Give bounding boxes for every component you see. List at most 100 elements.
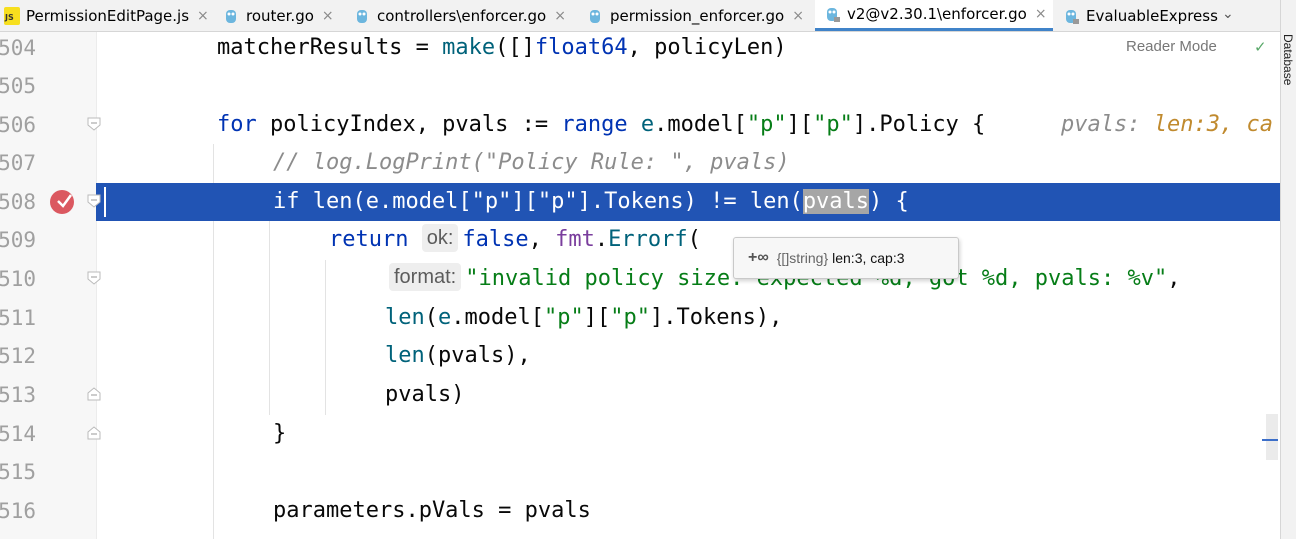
- database-tool-tab[interactable]: Database: [1281, 34, 1295, 85]
- fold-close-icon[interactable]: [87, 426, 101, 440]
- code-line-509[interactable]: return ok: false, fmt.Errorf(: [329, 221, 701, 259]
- code-token: return: [329, 227, 409, 252]
- line-number: 516: [0, 499, 36, 523]
- check-icon: ✓: [1254, 38, 1267, 56]
- code-token: ([]: [495, 35, 535, 60]
- code-line-507[interactable]: // log.LogPrint("Policy Rule: ", pvals): [273, 144, 790, 182]
- code-token: float64: [534, 35, 628, 60]
- code-token: ,: [1167, 266, 1181, 291]
- line-number: 510: [0, 267, 36, 291]
- fold-open-icon[interactable]: [87, 117, 101, 131]
- code-token: ][: [583, 305, 611, 330]
- close-icon[interactable]: ×: [322, 8, 334, 24]
- inline-debug-value: pvals: len:3, ca: [1061, 106, 1273, 144]
- tab-router-go[interactable]: router.go ×: [224, 0, 334, 31]
- close-icon[interactable]: ×: [197, 8, 209, 24]
- code-token: "p": [746, 112, 787, 137]
- editor-tab-bar: JS PermissionEditPage.js × router.go × c…: [0, 0, 1280, 32]
- checkmark-icon: [57, 194, 73, 208]
- code-token: e: [438, 305, 452, 330]
- code-token: (pvals),: [424, 343, 531, 368]
- tab-permissioneditpage-js[interactable]: JS PermissionEditPage.js ×: [0, 0, 209, 31]
- code-token: ) {: [869, 189, 909, 214]
- tab-permission-enforcer-go[interactable]: permission_enforcer.go ×: [588, 0, 804, 31]
- code-token: .: [594, 227, 609, 252]
- close-icon[interactable]: ×: [554, 8, 566, 24]
- tab-controllers-enforcer-go[interactable]: controllers\enforcer.go ×: [355, 0, 566, 31]
- code-token: range: [561, 112, 628, 137]
- code-token: (: [424, 305, 438, 330]
- indent-guide: [325, 260, 326, 415]
- code-token: "p": [543, 305, 584, 330]
- code-token: ].Tokens),: [649, 305, 783, 330]
- code-line-511[interactable]: len(e.model["p"]["p"].Tokens),: [385, 299, 782, 337]
- code-token: "p": [813, 112, 853, 137]
- scrollbar-position-marker: [1262, 439, 1278, 441]
- tab-label: controllers\enforcer.go: [377, 6, 547, 25]
- scrollbar-thumb[interactable]: [1266, 414, 1278, 460]
- line-number: 505: [0, 74, 36, 98]
- line-number: 515: [0, 460, 36, 484]
- line-number: 512: [0, 344, 36, 368]
- code-token: ][: [786, 112, 814, 137]
- watch-add-icon[interactable]: +∞: [748, 249, 769, 267]
- tab-label: v2@v2.30.1\enforcer.go: [847, 5, 1027, 23]
- line-number: 506: [0, 113, 36, 137]
- code-token: ].Policy {: [852, 112, 986, 137]
- close-icon[interactable]: ×: [792, 8, 804, 24]
- code-token: Errorf: [608, 227, 688, 252]
- code-token: len: [385, 343, 425, 368]
- code-token: ,: [528, 227, 556, 252]
- value-text: len:3, cap:3: [832, 250, 905, 266]
- js-file-icon: JS: [4, 6, 20, 25]
- code-token: "p": [610, 305, 650, 330]
- tab-evaluableexpression[interactable]: EvaluableExpress: [1064, 0, 1218, 31]
- selected-word: pvals: [802, 189, 870, 214]
- go-file-icon: [588, 7, 604, 25]
- code-line-514[interactable]: }: [273, 415, 286, 453]
- code-line-516[interactable]: parameters.pVals = pvals: [273, 492, 591, 530]
- code-line-508[interactable]: if len(e.model["p"]["p"].Tokens) != len(…: [273, 183, 909, 221]
- tab-label: PermissionEditPage.js: [26, 6, 190, 25]
- code-token: for: [217, 112, 257, 137]
- code-token: (: [687, 227, 701, 252]
- inline-debug-text: len:3, ca: [1153, 112, 1273, 137]
- reader-mode-toggle[interactable]: Reader Mode: [1126, 38, 1217, 55]
- indent-guide: [269, 221, 270, 415]
- code-token: policyIndex, pvals :=: [256, 112, 562, 137]
- line-number: 504: [0, 36, 36, 60]
- go-file-icon: [224, 7, 240, 25]
- value-type: {[]string}: [776, 250, 829, 266]
- chevron-down-icon[interactable]: ⌄: [1222, 6, 1234, 22]
- code-token: , policyLen): [627, 35, 787, 60]
- fold-open-icon[interactable]: [87, 194, 101, 208]
- line-number: 507: [0, 151, 36, 175]
- code-line-513[interactable]: pvals): [385, 376, 464, 414]
- go-file-icon: [1064, 7, 1080, 25]
- code-line-504[interactable]: matcherResults = make([]float64, policyL…: [217, 29, 787, 67]
- code-line-512[interactable]: len(pvals),: [385, 337, 531, 375]
- code-token: if len(e.model["p"]["p"].Tokens) != len(: [273, 189, 803, 214]
- inline-debug-label: pvals:: [1061, 112, 1141, 137]
- parameter-hint: format:: [389, 263, 462, 291]
- code-token: matcherResults =: [217, 35, 443, 60]
- parameter-hint: ok:: [421, 224, 459, 252]
- close-icon[interactable]: ×: [1035, 6, 1047, 22]
- fold-close-icon[interactable]: [87, 387, 101, 401]
- tab-label: EvaluableExpress: [1086, 6, 1218, 25]
- fold-open-icon[interactable]: [87, 271, 101, 285]
- line-number: 514: [0, 422, 36, 446]
- line-number: 508: [0, 190, 36, 214]
- code-token: .model[: [451, 305, 544, 330]
- tab-label: permission_enforcer.go: [610, 6, 785, 25]
- debug-value-popup[interactable]: +∞ {[]string} len:3, cap:3: [733, 237, 959, 279]
- tab-v2-enforcer-go[interactable]: v2@v2.30.1\enforcer.go ×: [815, 0, 1053, 31]
- tab-label: router.go: [246, 6, 314, 25]
- code-token: make: [442, 35, 496, 60]
- line-number: 513: [0, 383, 36, 407]
- gutter-divider: [96, 32, 97, 539]
- code-line-506[interactable]: for policyIndex, pvals := range e.model[…: [217, 106, 985, 144]
- code-token: e: [627, 112, 655, 137]
- go-file-icon: [355, 7, 371, 25]
- line-number: 509: [0, 228, 36, 252]
